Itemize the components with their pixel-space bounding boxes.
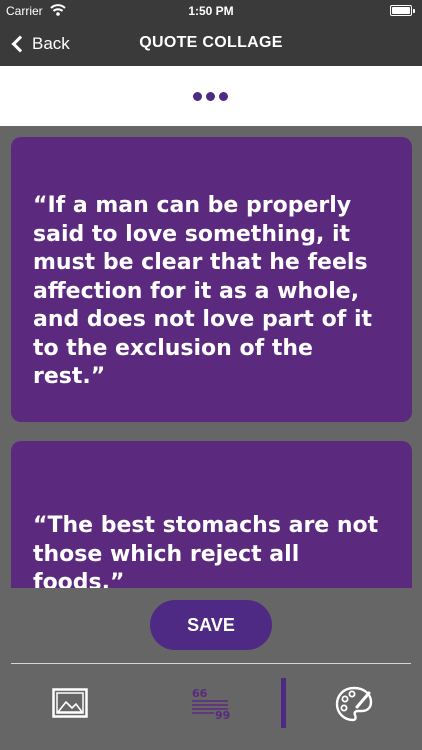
palette-icon[interactable] <box>334 685 374 723</box>
more-dots-icon[interactable] <box>193 92 228 101</box>
bottom-toolbar: SAVE 66 99 <box>0 588 422 750</box>
page-title: QUOTE COLLAGE <box>139 34 283 51</box>
separator-bar <box>281 678 286 728</box>
quote-text: “If a man can be properly said to love s… <box>33 193 373 389</box>
quote-card[interactable]: “If a man can be properly said to love s… <box>11 137 412 422</box>
save-button[interactable]: SAVE <box>150 600 272 650</box>
options-bar <box>0 66 422 126</box>
svg-text:66: 66 <box>192 687 208 700</box>
status-bar: Carrier 1:50 PM <box>0 0 422 22</box>
status-time: 1:50 PM <box>188 4 234 18</box>
quotes-icon[interactable]: 66 99 <box>190 686 230 720</box>
battery-icon <box>390 5 415 16</box>
navigation-bar: Back QUOTE COLLAGE <box>0 22 422 66</box>
svg-text:99: 99 <box>215 709 230 720</box>
divider <box>11 663 411 664</box>
image-icon[interactable] <box>52 688 88 718</box>
quote-text: “The best stomachs are not those which r… <box>33 513 379 595</box>
